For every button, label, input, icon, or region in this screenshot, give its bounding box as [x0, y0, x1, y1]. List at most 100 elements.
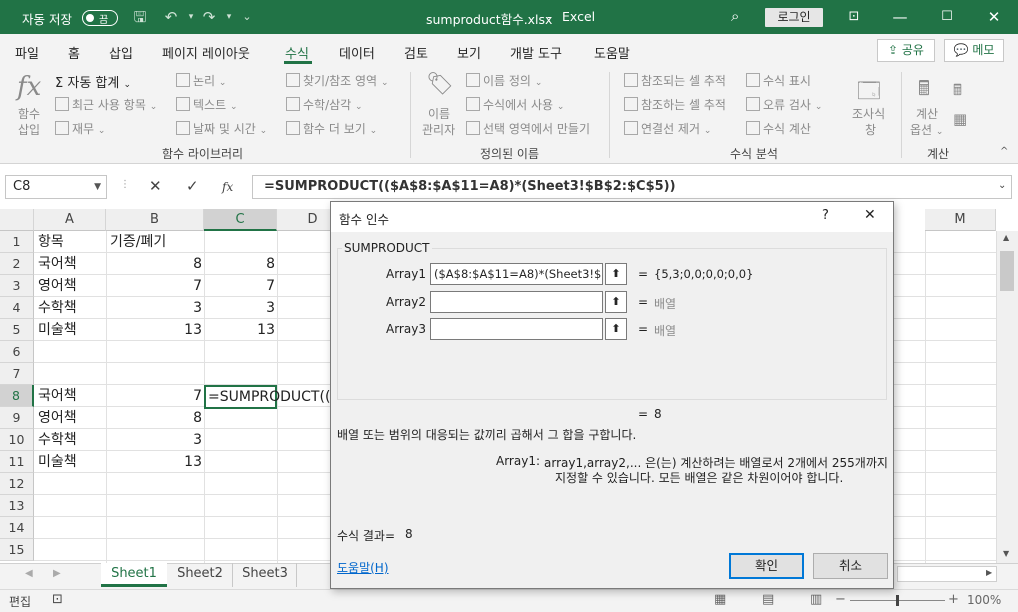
page-layout-view-icon[interactable]: ▤ [762, 592, 774, 607]
memo-button[interactable]: 💬 메모 [944, 39, 1004, 62]
cell-a5[interactable]: 미술책 [38, 319, 77, 341]
column-header-b[interactable]: B [106, 209, 204, 231]
cell-b1[interactable]: 기증/폐기 [110, 231, 166, 253]
maximize-icon[interactable]: ☐ [924, 0, 970, 34]
math-button[interactable]: 수학/삼각 ⌄ [286, 96, 363, 113]
collapse-dialog-icon[interactable]: ⬆ [605, 318, 627, 340]
close-window-icon[interactable]: ✕ [971, 0, 1017, 34]
name-manager-label-1[interactable]: 이름 [428, 105, 450, 122]
zoom-slider-thumb[interactable] [896, 595, 899, 606]
array3-input[interactable] [430, 318, 603, 340]
column-header-c[interactable]: C [204, 209, 277, 231]
column-header-m[interactable]: M [925, 209, 996, 231]
cell-a4[interactable]: 수학책 [38, 297, 77, 319]
insert-function-icon[interactable]: fx [222, 180, 233, 194]
login-button[interactable]: 로그인 [765, 8, 823, 27]
row-header-3[interactable]: 3 [0, 275, 34, 297]
cell-b4[interactable]: 3 [106, 297, 202, 319]
vertical-scrollbar[interactable]: ▲ ▼ [996, 231, 1018, 563]
trace-dependents-button[interactable]: 참조하는 셀 추적 [624, 96, 726, 113]
horizontal-scrollbar[interactable]: ▶ [897, 566, 997, 582]
row-header-10[interactable]: 10 [0, 429, 34, 451]
cell-b11[interactable]: 13 [106, 451, 202, 473]
name-box[interactable]: C8 ▼ [5, 175, 107, 199]
formula-input[interactable]: =SUMPRODUCT(($A$8:$A$11=A8)*(Sheet3!$B$2… [252, 175, 1012, 199]
watch-window-label-2[interactable]: 창 [865, 121, 876, 138]
recent-functions-button[interactable]: 최근 사용 항목 ⌄ [55, 96, 157, 113]
row-header-6[interactable]: 6 [0, 341, 34, 363]
sheet-tab-sheet2[interactable]: Sheet2 [168, 563, 233, 587]
cell-c5[interactable]: 13 [204, 319, 275, 341]
more-functions-button[interactable]: 함수 더 보기 ⌄ [286, 120, 377, 137]
use-in-formula-button[interactable]: 수식에서 사용 ⌄ [466, 96, 564, 113]
cell-c2[interactable]: 8 [204, 253, 275, 275]
prev-sheet-icon[interactable]: ◀ [25, 568, 33, 579]
financial-button[interactable]: 재무 ⌄ [55, 120, 105, 137]
share-button[interactable]: ⇪ 공유 [877, 39, 935, 62]
select-all-corner[interactable] [0, 209, 34, 231]
calc-options-label-1[interactable]: 계산 [916, 105, 938, 122]
cell-b10[interactable]: 3 [106, 429, 202, 451]
cell-a11[interactable]: 미술책 [38, 451, 77, 473]
name-manager-label-2[interactable]: 관리자 [422, 121, 455, 138]
scroll-down-icon[interactable]: ▼ [1003, 549, 1009, 558]
cell-b3[interactable]: 7 [106, 275, 202, 297]
tab-view[interactable]: 보기 [457, 43, 481, 62]
tab-developer[interactable]: 개발 도구 [510, 43, 562, 62]
create-from-selection-button[interactable]: 선택 영역에서 만들기 [466, 120, 590, 137]
cell-b2[interactable]: 8 [106, 253, 202, 275]
row-header-4[interactable]: 4 [0, 297, 34, 319]
scroll-up-icon[interactable]: ▲ [1003, 233, 1009, 242]
ribbon-display-icon[interactable]: ⊡ [831, 0, 877, 34]
trace-precedents-button[interactable]: 참조되는 셀 추적 [624, 72, 726, 89]
cell-c3[interactable]: 7 [204, 275, 275, 297]
tab-page-layout[interactable]: 페이지 레이아웃 [162, 43, 250, 62]
cell-c4[interactable]: 3 [204, 297, 275, 319]
row-header-1[interactable]: 1 [0, 231, 34, 253]
insert-function-label-1[interactable]: 함수 [18, 105, 40, 122]
undo-icon[interactable]: ↶ [160, 7, 182, 27]
calc-options-label-2[interactable]: 옵션 ⌄ [910, 121, 943, 138]
ok-button[interactable]: 확인 [729, 553, 804, 579]
array1-input[interactable]: ($A$8:$A$11=A8)*(Sheet3!$B$2:$C$5) [430, 263, 603, 285]
scroll-right-icon[interactable]: ▶ [986, 568, 992, 577]
tab-data[interactable]: 데이터 [339, 43, 375, 62]
zoom-level[interactable]: 100% [967, 593, 1001, 607]
customize-qat-icon[interactable]: ⌄ [236, 7, 258, 27]
row-header-12[interactable]: 12 [0, 473, 34, 495]
row-header-8[interactable]: 8 [0, 385, 34, 407]
calculate-now-icon[interactable]: 🖩 [953, 80, 962, 105]
row-header-9[interactable]: 9 [0, 407, 34, 429]
column-header-a[interactable]: A [34, 209, 106, 231]
zoom-out-icon[interactable]: − [835, 592, 846, 607]
row-header-5[interactable]: 5 [0, 319, 34, 341]
save-icon[interactable]: 🖫 [129, 7, 151, 27]
cell-a1[interactable]: 항목 [38, 231, 64, 253]
autosave-toggle[interactable]: 끔 [82, 10, 118, 26]
insert-function-icon[interactable]: fx [17, 72, 41, 102]
enter-formula-icon[interactable]: ✓ [186, 177, 199, 195]
text-button[interactable]: 텍스트 ⌄ [176, 96, 238, 113]
tab-insert[interactable]: 삽입 [109, 43, 133, 62]
insert-function-label-2[interactable]: 삽입 [18, 121, 40, 138]
cancel-button[interactable]: 취소 [813, 553, 888, 579]
expand-formula-bar-icon[interactable]: ⌄ [998, 180, 1006, 191]
sheet-tab-sheet3[interactable]: Sheet3 [234, 563, 297, 587]
cell-a8[interactable]: 국어책 [38, 385, 77, 407]
page-break-view-icon[interactable]: ▥ [810, 592, 822, 607]
calculate-sheet-icon[interactable]: ▦ [953, 110, 967, 128]
accessibility-icon[interactable]: ⊡ [52, 592, 63, 607]
cell-a3[interactable]: 영어책 [38, 275, 77, 297]
cancel-formula-icon[interactable]: ✕ [149, 177, 162, 195]
normal-view-icon[interactable]: ▦ [714, 592, 726, 607]
minimize-icon[interactable]: — [877, 0, 923, 34]
autosum-button[interactable]: Σ 자동 합계 ⌄ [55, 72, 131, 91]
redo-icon[interactable]: ↷ [198, 7, 220, 27]
cell-c8-edit[interactable]: =SUMPRODUCT(( [208, 386, 330, 408]
calc-options-icon[interactable]: 🖩 [918, 74, 930, 108]
collapse-dialog-icon[interactable]: ⬆ [605, 263, 627, 285]
zoom-in-icon[interactable]: + [948, 592, 959, 607]
define-name-button[interactable]: 이름 정의 ⌄ [466, 72, 542, 89]
scrollbar-thumb[interactable] [1000, 251, 1014, 291]
show-formulas-button[interactable]: 수식 표시 [746, 72, 811, 89]
